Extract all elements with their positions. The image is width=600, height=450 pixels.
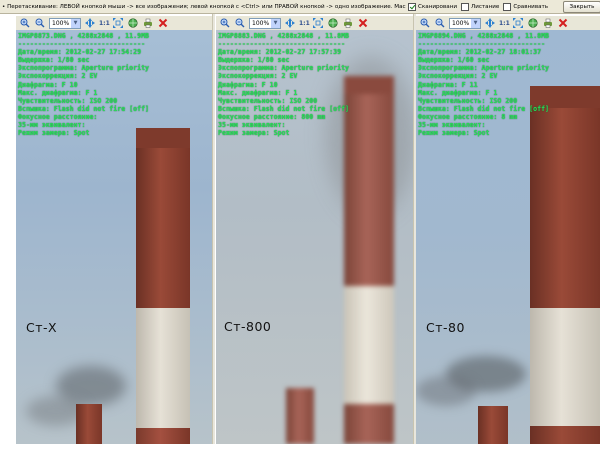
separator-line: -------------------------------- bbox=[218, 40, 346, 49]
zoom-out-icon[interactable] bbox=[33, 17, 46, 29]
zoom-value: 100% bbox=[452, 19, 470, 27]
exif-overlay: IMGP8883.DNG , 4288x2848 , 11.8MB ------… bbox=[218, 32, 349, 137]
option-compare-label: Сравнивать bbox=[513, 4, 549, 10]
image-toolbar: 100% ▼ 1:1 bbox=[216, 16, 413, 30]
option-scan[interactable]: Сканировани bbox=[408, 0, 457, 13]
file-info: IMGP8894.DNG , 4288x2848 , 11.8MB bbox=[418, 32, 550, 40]
drag-hint-text: • Перетаскивание: ЛЕВОЙ кнопкой мыши -> … bbox=[2, 4, 406, 10]
globe-icon[interactable] bbox=[327, 17, 340, 29]
close-icon[interactable] bbox=[157, 17, 170, 29]
zoom-in-icon[interactable] bbox=[418, 17, 431, 29]
fit-icon[interactable] bbox=[312, 17, 325, 29]
chevron-down-icon[interactable]: ▼ bbox=[71, 18, 80, 28]
exif-35mm-equivalent: 35-мм эквивалент: bbox=[218, 121, 286, 130]
exif-metering: Режим замера: Spot bbox=[218, 129, 290, 138]
separator-line: -------------------------------- bbox=[18, 40, 146, 49]
image-toolbar: 100% ▼ 1:1 bbox=[416, 16, 600, 30]
zoom-out-icon[interactable] bbox=[433, 17, 446, 29]
exif-iso: Чувствительность: ISO 200 bbox=[218, 96, 318, 105]
move-icon[interactable] bbox=[483, 17, 496, 29]
exif-iso: Чувствительность: ISO 200 bbox=[18, 96, 118, 105]
exif-exposure-comp: Экспокоррекция: 2 EV bbox=[218, 72, 298, 81]
move-icon[interactable] bbox=[83, 17, 96, 29]
exif-max-aperture: Макс. диафрагма: F 1 bbox=[218, 88, 298, 97]
globe-icon[interactable] bbox=[127, 17, 140, 29]
zoom-select[interactable]: 100% ▼ bbox=[449, 17, 481, 29]
image-panel-1[interactable]: 100% ▼ 1:1 IMGP8873.DNG , 4288x2848 , 11.… bbox=[16, 16, 212, 444]
image-caption: Ст-800 bbox=[224, 319, 272, 334]
exif-aperture: Диафрагма: F 10 bbox=[218, 80, 278, 89]
exif-metering: Режим замера: Spot bbox=[18, 129, 90, 138]
file-info: IMGP8873.DNG , 4288x2848 , 11.9MB bbox=[18, 32, 150, 40]
exif-aperture: Диафрагма: F 10 bbox=[18, 80, 78, 89]
exif-focal-length: Фокусное расстояние: bbox=[18, 112, 98, 121]
panel-divider[interactable] bbox=[212, 14, 215, 446]
fit-icon[interactable] bbox=[512, 17, 525, 29]
zoom-value: 100% bbox=[252, 19, 270, 27]
compare-checkbox[interactable] bbox=[503, 3, 512, 11]
option-compare[interactable]: Сравнивать bbox=[503, 0, 549, 13]
left-margin bbox=[0, 14, 16, 450]
zoom-out-icon[interactable] bbox=[233, 17, 246, 29]
exif-max-aperture: Макс. диафрагма: F 1 bbox=[18, 88, 98, 97]
scroll-checkbox[interactable] bbox=[461, 3, 469, 11]
exif-focal-length: Фокусное расстояние: 800 mm bbox=[218, 112, 326, 121]
exif-35mm-equivalent: 35-мм эквивалент: bbox=[18, 121, 86, 130]
zoom-select[interactable]: 100% ▼ bbox=[49, 17, 81, 29]
actual-size-button[interactable]: 1:1 bbox=[299, 20, 310, 27]
exif-aperture: Диафрагма: F 11 bbox=[418, 80, 478, 89]
image-toolbar: 100% ▼ 1:1 bbox=[16, 16, 212, 30]
close-icon[interactable] bbox=[557, 17, 570, 29]
view-options: Сканировани Листание Сравнивать bbox=[408, 0, 553, 13]
option-scroll[interactable]: Листание bbox=[461, 0, 500, 13]
chevron-down-icon[interactable]: ▼ bbox=[471, 18, 480, 28]
move-icon[interactable] bbox=[283, 17, 296, 29]
actual-size-button[interactable]: 1:1 bbox=[499, 20, 510, 27]
exif-35mm-equivalent: 35-мм эквивалент: bbox=[418, 121, 486, 130]
print-icon[interactable] bbox=[142, 17, 155, 29]
exif-flash: Вспышка: Flash did not fire [off] bbox=[218, 104, 350, 113]
instruction-bar: • Перетаскивание: ЛЕВОЙ кнопкой мыши -> … bbox=[0, 0, 600, 14]
option-scan-label: Сканировани bbox=[418, 4, 457, 10]
exif-overlay: IMGP8873.DNG , 4288x2848 , 11.9MB ------… bbox=[18, 32, 149, 137]
close-button[interactable]: Закрыть bbox=[563, 1, 600, 13]
option-scroll-label: Листание bbox=[471, 4, 500, 10]
image-caption: Ст-80 bbox=[426, 320, 465, 335]
exif-exposure-comp: Экспокоррекция: 2 EV bbox=[418, 72, 498, 81]
actual-size-button[interactable]: 1:1 bbox=[99, 20, 110, 27]
fit-icon[interactable] bbox=[112, 17, 125, 29]
image-panel-2[interactable]: 100% ▼ 1:1 IMGP8883.DNG , 4288x2848 , 11.… bbox=[216, 16, 413, 444]
close-icon[interactable] bbox=[357, 17, 370, 29]
zoom-select[interactable]: 100% ▼ bbox=[249, 17, 281, 29]
exif-flash: Вспышка: Flash did not fire [off] bbox=[418, 104, 550, 113]
chevron-down-icon[interactable]: ▼ bbox=[271, 18, 280, 28]
zoom-value: 100% bbox=[52, 19, 70, 27]
image-panel-3[interactable]: 100% ▼ 1:1 IMGP8894.DNG , 4288x2848 , 11.… bbox=[416, 16, 600, 444]
image-caption: Ст-Х bbox=[26, 320, 58, 335]
print-icon[interactable] bbox=[542, 17, 555, 29]
print-icon[interactable] bbox=[342, 17, 355, 29]
exif-exposure-comp: Экспокоррекция: 2 EV bbox=[18, 72, 98, 81]
separator-line: -------------------------------- bbox=[418, 40, 546, 49]
zoom-in-icon[interactable] bbox=[218, 17, 231, 29]
globe-icon[interactable] bbox=[527, 17, 540, 29]
zoom-in-icon[interactable] bbox=[18, 17, 31, 29]
scan-checkbox[interactable] bbox=[408, 3, 416, 11]
exif-flash: Вспышка: Flash did not fire [off] bbox=[18, 104, 150, 113]
exif-focal-length: Фокусное расстояние: 8 mm bbox=[418, 112, 518, 121]
bottom-margin bbox=[0, 444, 600, 450]
file-info: IMGP8883.DNG , 4288x2848 , 11.8MB bbox=[218, 32, 350, 40]
exif-overlay: IMGP8894.DNG , 4288x2848 , 11.8MB ------… bbox=[418, 32, 549, 137]
exif-metering: Режим замера: Spot bbox=[418, 129, 490, 138]
exif-max-aperture: Макс. диафрагма: F 1 bbox=[418, 88, 498, 97]
exif-iso: Чувствительность: ISO 200 bbox=[418, 96, 518, 105]
